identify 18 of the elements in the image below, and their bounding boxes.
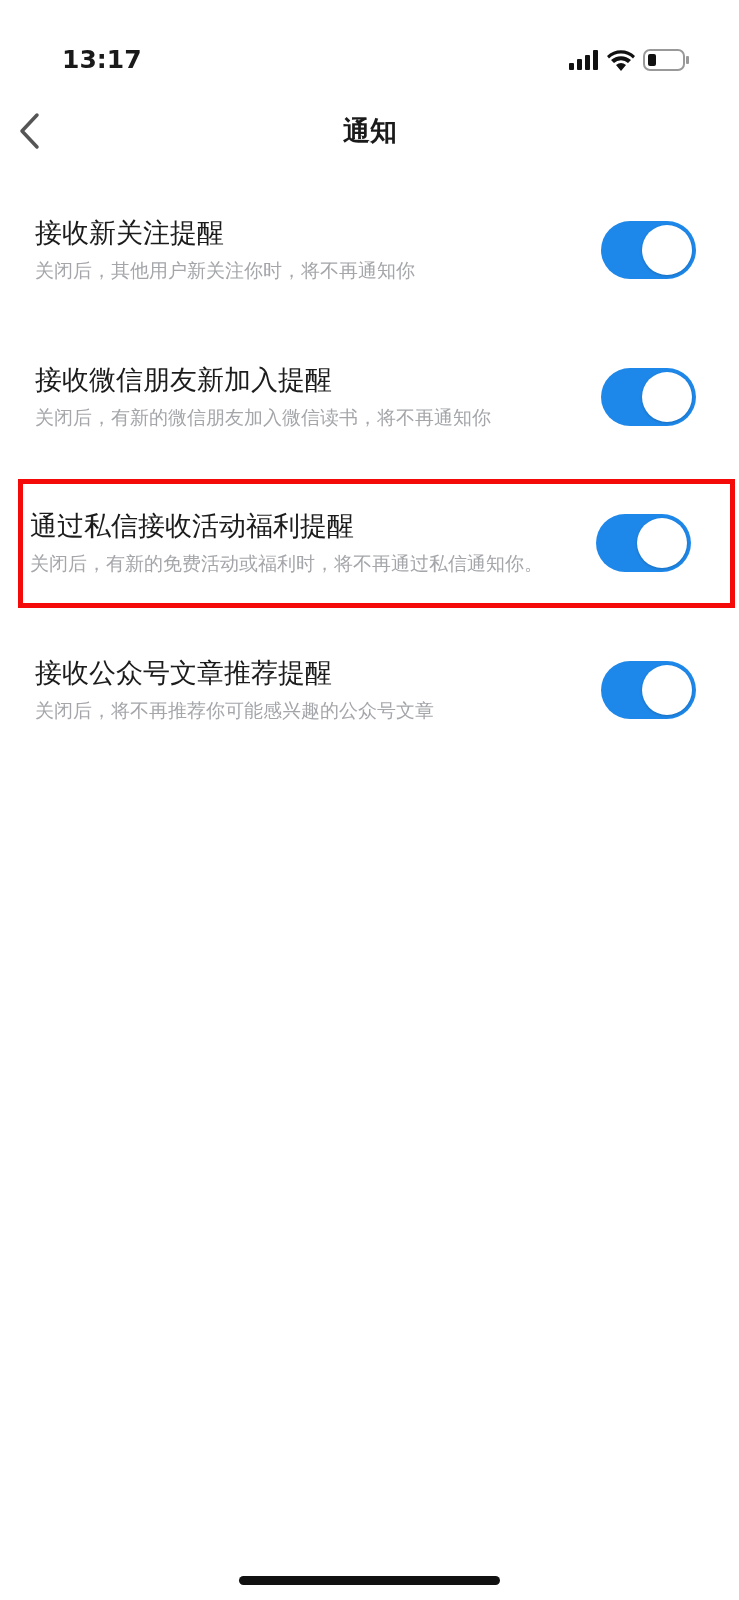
back-icon bbox=[18, 112, 40, 150]
setting-description: 关闭后，其他用户新关注你时，将不再通知你 bbox=[35, 258, 416, 284]
setting-description: 关闭后，有新的免费活动或福利时，将不再通过私信通知你。 bbox=[30, 551, 544, 577]
setting-title: 接收微信朋友新加入提醒 bbox=[35, 362, 333, 397]
setting-title: 接收公众号文章推荐提醒 bbox=[35, 655, 333, 690]
toggle-switch[interactable] bbox=[601, 367, 696, 426]
page-title: 通知 bbox=[342, 113, 397, 148]
wifi-icon bbox=[607, 49, 635, 71]
toggle-switch[interactable] bbox=[601, 660, 696, 719]
battery-icon bbox=[643, 49, 689, 71]
signal-icon bbox=[569, 50, 599, 70]
setting-description: 关闭后，将不再推荐你可能感兴趣的公众号文章 bbox=[35, 697, 435, 723]
setting-title: 接收新关注提醒 bbox=[35, 216, 225, 250]
toggle-switch[interactable] bbox=[596, 514, 691, 573]
setting-title: 通过私信接收活动福利提醒 bbox=[30, 509, 355, 544]
setting-description: 关闭后，有新的微信朋友加入微信读书，将不再通知你 bbox=[35, 404, 492, 430]
toggle-switch[interactable] bbox=[601, 221, 696, 280]
status-time: 13:17 bbox=[62, 44, 142, 77]
